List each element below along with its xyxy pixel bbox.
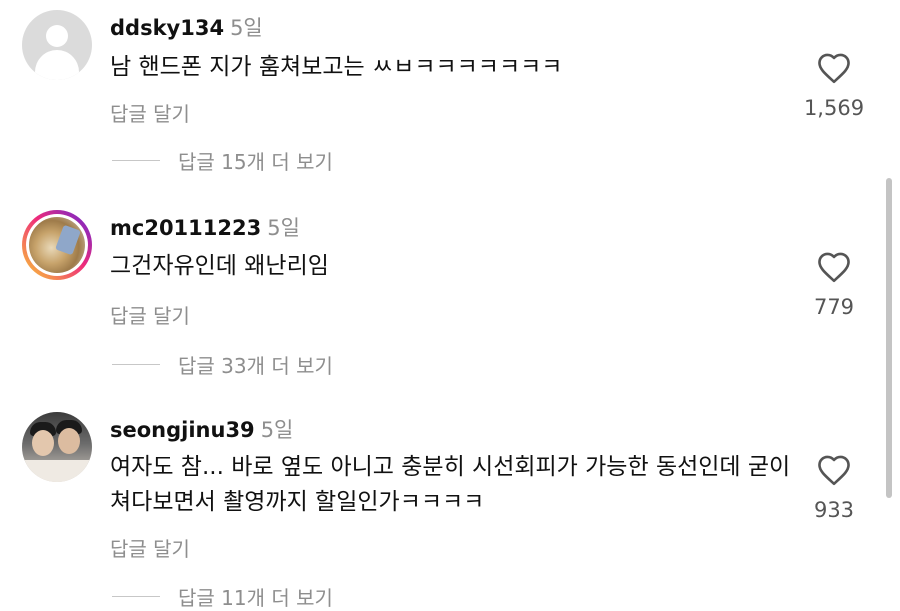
avatar[interactable]: [22, 210, 92, 280]
heart-outline-icon[interactable]: [816, 251, 852, 283]
reply-button[interactable]: 답글 달기: [110, 98, 190, 127]
heart-outline-icon[interactable]: [816, 52, 852, 84]
comment-text: 그건자유인데 왜난리임: [110, 253, 329, 279]
divider-line: [112, 159, 160, 162]
divider-line: [112, 363, 160, 366]
like-button[interactable]: 779: [794, 251, 874, 319]
view-replies-button[interactable]: 답글 33개 더 보기: [112, 350, 333, 379]
divider-line: [112, 595, 160, 598]
scrollbar[interactable]: [886, 178, 892, 498]
comment-time: 5일: [230, 16, 263, 40]
default-avatar-icon: [46, 25, 68, 47]
comment-text: 남 핸드폰 지가 훔쳐보고는 ㅆㅂㅋㅋㅋㅋㅋㅋㅋ: [110, 54, 563, 80]
like-count: 933: [813, 498, 855, 522]
comment-time: 5일: [260, 418, 294, 442]
reply-button[interactable]: 답글 달기: [110, 533, 190, 562]
reply-button[interactable]: 답글 달기: [110, 300, 190, 329]
comment-text: 여자도 참... 바로 옆도 아니고 충분히 시선회피가 가능한 동선인데 굳이…: [110, 454, 791, 515]
comment-time: 5일: [267, 216, 300, 240]
like-button[interactable]: 933: [794, 454, 874, 522]
comment-username[interactable]: ddsky134 5일: [110, 12, 263, 42]
avatar[interactable]: [22, 412, 92, 482]
like-button[interactable]: 1,569: [794, 52, 874, 120]
profile-photo: [29, 217, 85, 273]
comment-username[interactable]: mc20111223 5일: [110, 212, 300, 242]
view-replies-button[interactable]: 답글 11개 더 보기: [112, 582, 333, 611]
heart-outline-icon[interactable]: [816, 454, 852, 486]
avatar[interactable]: [22, 10, 92, 80]
view-replies-button[interactable]: 답글 15개 더 보기: [112, 146, 333, 175]
like-count: 779: [813, 295, 855, 319]
comment-username[interactable]: seongjinu39 5일: [110, 414, 293, 444]
like-count: 1,569: [803, 96, 865, 120]
